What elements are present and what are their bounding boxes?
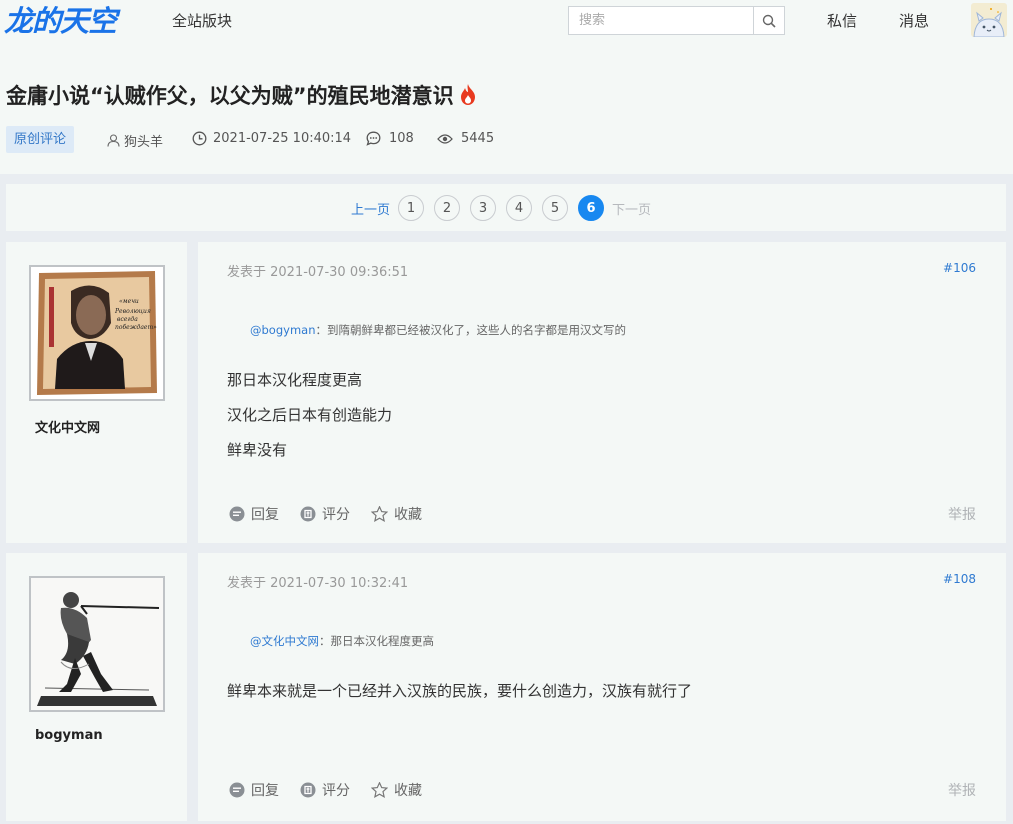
post-body: 发表于 2021-07-30 09:36:51 #106 @bogyman：到隋… bbox=[198, 242, 1006, 543]
svg-text:Революция: Революция bbox=[114, 308, 151, 315]
post-actions: 回复 评分 收藏 bbox=[229, 780, 443, 800]
avatar-image bbox=[31, 578, 163, 710]
site-logo[interactable]: 龙的天空 bbox=[4, 2, 117, 40]
svg-text:побеждает»: побеждает» bbox=[115, 324, 157, 331]
post-username[interactable]: 文化中文网 bbox=[35, 417, 100, 436]
post-line: 鲜卑本来就是一个已经并入汉族的民族，要什么创造力，汉族有就行了 bbox=[227, 682, 693, 700]
post-body: 发表于 2021-07-30 10:32:41 #108 @文化中文网：那日本汉… bbox=[198, 553, 1006, 821]
post-time: 发表于 2021-07-30 10:32:41 bbox=[227, 576, 409, 591]
nav-private-messages[interactable]: 私信 bbox=[827, 10, 857, 31]
author-info[interactable]: 狗头羊 bbox=[107, 131, 163, 150]
avatar-image bbox=[971, 3, 1007, 37]
reply-icon bbox=[229, 506, 245, 522]
post-line: 汉化之后日本有创造能力 bbox=[227, 406, 393, 424]
favorite-label: 收藏 bbox=[394, 507, 422, 523]
post-quote: @bogyman：到隋朝鲜卑都已经被汉化了，这些人的名字都是用汉文写的 bbox=[250, 322, 626, 338]
user-icon bbox=[107, 134, 120, 147]
reply-label: 回复 bbox=[251, 507, 279, 523]
reply-button[interactable]: 回复 bbox=[229, 780, 279, 800]
post-author-panel: «мечи Революция всегда побеждает» 文化中文网 bbox=[6, 242, 187, 543]
rate-label: 评分 bbox=[322, 783, 350, 799]
rate-button[interactable]: 评分 bbox=[300, 780, 350, 800]
quote-mention-link[interactable]: @文化中文网 bbox=[250, 634, 319, 648]
page-4-button[interactable]: 4 bbox=[506, 195, 533, 221]
page-1-button[interactable]: 1 bbox=[398, 195, 425, 221]
reply-button[interactable]: 回复 bbox=[229, 504, 279, 524]
top-navbar: 龙的天空 全站版块 私信 消息 bbox=[0, 0, 1013, 42]
search-input[interactable] bbox=[569, 7, 755, 34]
hot-flame-icon bbox=[460, 84, 476, 110]
page-6-button-current[interactable]: 6 bbox=[578, 195, 605, 221]
thread-datetime: 2021-07-25 10:40:14 bbox=[192, 131, 351, 146]
author-avatar[interactable]: «мечи Революция всегда побеждает» bbox=[29, 265, 165, 401]
star-icon bbox=[371, 782, 388, 798]
svg-text:всегда: всегда bbox=[117, 316, 138, 323]
post-floor-link[interactable]: #108 bbox=[943, 572, 976, 586]
comment-count-text: 108 bbox=[389, 131, 414, 146]
clock-icon bbox=[192, 131, 207, 146]
pagination: 上一页 1 2 3 4 5 6 下一页 bbox=[351, 194, 651, 222]
datetime-text: 2021-07-25 10:40:14 bbox=[213, 131, 352, 146]
author-avatar[interactable] bbox=[29, 576, 165, 712]
category-tag[interactable]: 原创评论 bbox=[6, 126, 75, 153]
thread-header: 金庸小说“认贼作父，以父为贼”的殖民地潜意识 原创评论 狗头羊 2021-07-… bbox=[0, 42, 1013, 174]
quote-text: ：到隋朝鲜卑都已经被汉化了，这些人的名字都是用汉文写的 bbox=[315, 323, 626, 337]
svg-text:«мечи: «мечи bbox=[119, 298, 139, 305]
quote-mention-link[interactable]: @bogyman bbox=[250, 323, 315, 337]
report-link[interactable]: 举报 bbox=[948, 504, 976, 524]
post-time: 发表于 2021-07-30 09:36:51 bbox=[227, 265, 409, 280]
pagination-bar: 上一页 1 2 3 4 5 6 下一页 bbox=[6, 184, 1006, 231]
avatar-image: «мечи Революциявсегдапобеждает» bbox=[31, 267, 163, 399]
thread-title: 金庸小说“认贼作父，以父为贼”的殖民地潜意识 bbox=[6, 80, 476, 110]
view-count-text: 5445 bbox=[461, 131, 495, 146]
rate-label: 评分 bbox=[322, 507, 350, 523]
author-name: 狗头羊 bbox=[124, 135, 164, 150]
favorite-button[interactable]: 收藏 bbox=[371, 780, 422, 800]
search-icon bbox=[762, 14, 776, 28]
star-icon bbox=[371, 506, 388, 522]
user-avatar[interactable] bbox=[971, 3, 1007, 37]
thread-title-text: 金庸小说“认贼作父，以父为贼”的殖民地潜意识 bbox=[6, 84, 454, 108]
favorite-label: 收藏 bbox=[394, 783, 422, 799]
post-quote: @文化中文网：那日本汉化程度更高 bbox=[250, 633, 434, 649]
post-actions: 回复 评分 收藏 bbox=[229, 504, 443, 524]
eye-icon bbox=[437, 133, 453, 144]
post-username[interactable]: bogyman bbox=[35, 728, 103, 743]
rate-icon bbox=[300, 782, 316, 798]
comment-count: 108 bbox=[366, 131, 414, 146]
page-2-button[interactable]: 2 bbox=[434, 195, 461, 221]
search-box bbox=[568, 6, 785, 35]
reply-label: 回复 bbox=[251, 783, 279, 799]
post-floor-link[interactable]: #106 bbox=[943, 261, 976, 275]
nav-all-boards[interactable]: 全站版块 bbox=[172, 10, 232, 31]
post-line: 那日本汉化程度更高 bbox=[227, 371, 363, 389]
quote-text: ：那日本汉化程度更高 bbox=[319, 634, 434, 648]
favorite-button[interactable]: 收藏 bbox=[371, 504, 422, 524]
rate-button[interactable]: 评分 bbox=[300, 504, 350, 524]
prev-page-link[interactable]: 上一页 bbox=[351, 199, 390, 218]
report-link[interactable]: 举报 bbox=[948, 780, 976, 800]
page-5-button[interactable]: 5 bbox=[542, 195, 569, 221]
post-author-panel: bogyman bbox=[6, 553, 187, 821]
next-page-link[interactable]: 下一页 bbox=[612, 199, 651, 218]
view-count: 5445 bbox=[437, 131, 494, 146]
page-3-button[interactable]: 3 bbox=[470, 195, 497, 221]
post-line: 鲜卑没有 bbox=[227, 441, 288, 459]
rate-icon bbox=[300, 506, 316, 522]
comment-icon bbox=[366, 131, 381, 146]
search-button[interactable] bbox=[753, 7, 784, 34]
nav-notifications[interactable]: 消息 bbox=[899, 10, 929, 31]
reply-icon bbox=[229, 782, 245, 798]
